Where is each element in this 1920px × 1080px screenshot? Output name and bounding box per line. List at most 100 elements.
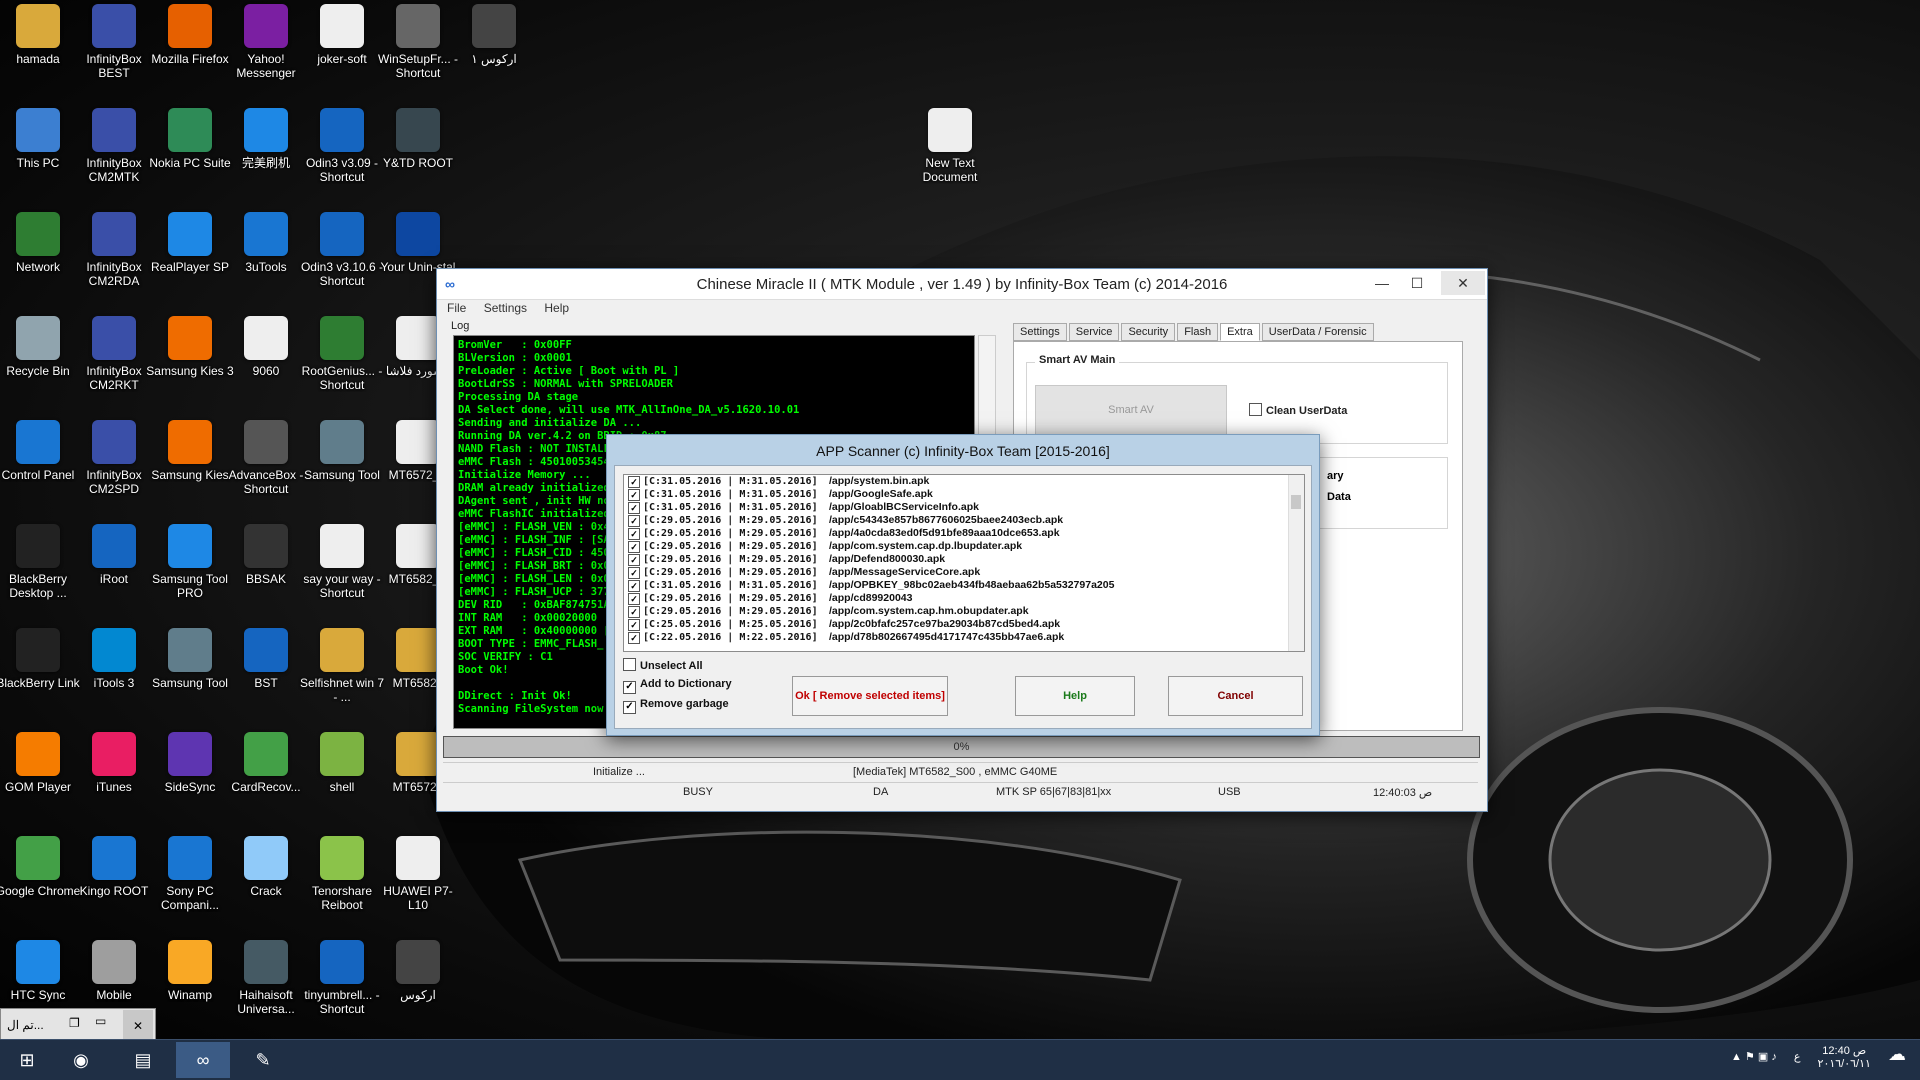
remove-garbage-checkbox[interactable]: ✓ Remove garbage bbox=[623, 698, 729, 714]
check-icon[interactable]: ✓ bbox=[628, 528, 640, 540]
list-item[interactable]: ✓ [C:29.05.2016 | M:29.05.2016] /app/cd899… bbox=[624, 592, 1304, 605]
desktop-icon[interactable]: Odin3 v3.09 - Shortcut bbox=[298, 104, 386, 184]
desktop-icon[interactable]: CardRecov... bbox=[222, 728, 310, 794]
desktop-icon[interactable]: Your Unin-stal bbox=[374, 208, 462, 274]
desktop-icon[interactable]: InfinityBox CM2RKT bbox=[70, 312, 158, 392]
chrome-icon[interactable]: ◉ bbox=[54, 1042, 108, 1078]
list-item[interactable]: ✓ [C:29.05.2016 | M:29.05.2016] /app/Defen… bbox=[624, 553, 1304, 566]
check-icon[interactable]: ✓ bbox=[628, 606, 640, 618]
close-button[interactable]: ✕ bbox=[1441, 271, 1485, 295]
list-scrollbar[interactable] bbox=[1288, 475, 1304, 651]
dialog-title[interactable]: APP Scanner (c) Infinity-Box Team [2015-… bbox=[607, 443, 1319, 459]
desktop-icon[interactable]: AdvanceBox - Shortcut bbox=[222, 416, 310, 496]
main-titlebar[interactable]: ∞ Chinese Miracle II ( MTK Module , ver … bbox=[437, 269, 1487, 300]
list-item[interactable]: ✓ [C:31.05.2016 | M:31.05.2016] /app/OPBKE… bbox=[624, 579, 1304, 592]
check-icon[interactable]: ✓ bbox=[628, 502, 640, 514]
check-icon[interactable]: ✓ bbox=[628, 476, 640, 488]
desktop-icon[interactable]: Crack bbox=[222, 832, 310, 898]
file-explorer-icon[interactable]: ▤ bbox=[116, 1042, 170, 1078]
desktop-icon[interactable]: Samsung Kies bbox=[146, 416, 234, 482]
kies-icon[interactable]: ✎ bbox=[236, 1042, 290, 1078]
desktop-icon[interactable]: 完美刷机 bbox=[222, 104, 310, 170]
tab-userdata-forensic[interactable]: UserData / Forensic bbox=[1261, 323, 1374, 341]
desktop-icon[interactable]: Samsung Tool PRO bbox=[146, 520, 234, 600]
desktop-icon[interactable]: BST bbox=[222, 624, 310, 690]
desktop-icon[interactable]: InfinityBox CM2RDA bbox=[70, 208, 158, 288]
desktop-icon[interactable]: Samsung Tool bbox=[298, 416, 386, 482]
desktop-icon[interactable]: Tenorshare Reiboot bbox=[298, 832, 386, 912]
desktop-icon[interactable]: Samsung Tool bbox=[146, 624, 234, 690]
tab-settings[interactable]: Settings bbox=[1013, 323, 1067, 341]
ok-remove-button[interactable]: Ok [ Remove selected items] bbox=[792, 676, 948, 716]
restore-icon[interactable]: ❐ bbox=[69, 1016, 80, 1030]
desktop-icon[interactable]: Sony PC Compani... bbox=[146, 832, 234, 912]
list-item[interactable]: ✓ [C:31.05.2016 | M:31.05.2016] /app/Gloab… bbox=[624, 501, 1304, 514]
desktop-icon[interactable]: ارکوس bbox=[374, 936, 462, 1002]
desktop-icon[interactable]: InfinityBox BEST bbox=[70, 0, 158, 80]
desktop-icon[interactable]: ارکوس ۱ bbox=[450, 0, 538, 66]
check-icon[interactable]: ✓ bbox=[628, 619, 640, 631]
list-item[interactable]: ✓ [C:29.05.2016 | M:29.05.2016] /app/Messa… bbox=[624, 566, 1304, 579]
desktop-icon[interactable]: 9060 bbox=[222, 312, 310, 378]
list-item[interactable]: ✓ [C:22.05.2016 | M:22.05.2016] /app/d78b8… bbox=[624, 631, 1304, 644]
list-item[interactable]: ✓ [C:29.05.2016 | M:29.05.2016] /app/com.s… bbox=[624, 540, 1304, 553]
check-icon[interactable]: ✓ bbox=[628, 632, 640, 644]
maximize-button[interactable]: ☐ bbox=[1402, 271, 1432, 295]
tray-icons[interactable]: ▲ ⚑ ▣ ♪ bbox=[1731, 1051, 1777, 1063]
desktop-icon[interactable]: Y&TD ROOT bbox=[374, 104, 462, 170]
windows-start-icon[interactable]: ⊞ bbox=[0, 1042, 54, 1078]
app-list[interactable]: ✓ [C:31.05.2016 | M:31.05.2016]/app/syste… bbox=[623, 474, 1305, 652]
desktop-icon[interactable]: 3uTools bbox=[222, 208, 310, 274]
check-icon[interactable]: ✓ bbox=[628, 567, 640, 579]
infinitybox-icon[interactable]: ∞ bbox=[176, 1042, 230, 1078]
close-icon[interactable]: ✕ bbox=[123, 1010, 153, 1042]
desktop-icon[interactable]: Selfishnet win 7 - ... bbox=[298, 624, 386, 704]
desktop-icon[interactable]: Mobile bbox=[70, 936, 158, 1002]
check-icon[interactable]: ✓ bbox=[628, 489, 640, 501]
scroll-thumb[interactable] bbox=[1291, 495, 1301, 509]
check-icon[interactable]: ✓ bbox=[628, 593, 640, 605]
desktop-icon[interactable]: Samsung Kies 3 bbox=[146, 312, 234, 378]
desktop-icon[interactable]: RealPlayer SP bbox=[146, 208, 234, 274]
list-item[interactable]: ✓ [C:31.05.2016 | M:31.05.2016] /app/Googl… bbox=[624, 488, 1304, 501]
minimize-button[interactable]: — bbox=[1367, 271, 1397, 295]
desktop-icon[interactable]: New Text Document bbox=[906, 104, 994, 184]
list-item[interactable]: ✓ [C:31.05.2016 | M:31.05.2016] /app/syste… bbox=[624, 475, 1304, 488]
desktop-icon[interactable]: say your way - Shortcut bbox=[298, 520, 386, 600]
list-item[interactable]: ✓ [C:29.05.2016 | M:29.05.2016] /app/com.s… bbox=[624, 605, 1304, 618]
desktop-icon[interactable]: InfinityBox CM2SPD bbox=[70, 416, 158, 496]
add-to-dictionary-checkbox[interactable]: ✓ Add to Dictionary bbox=[623, 678, 732, 694]
desktop-icon[interactable]: Haihaisoft Universa... bbox=[222, 936, 310, 1016]
clean-userdata-checkbox[interactable]: Clean UserData bbox=[1249, 403, 1347, 417]
desktop-icon[interactable]: shell bbox=[298, 728, 386, 794]
desktop-icon[interactable]: Nokia PC Suite bbox=[146, 104, 234, 170]
menu-settings[interactable]: Settings bbox=[484, 301, 527, 315]
clock[interactable]: 12:40 ص ٢٠١٦/٠٦/١١ bbox=[1818, 1044, 1871, 1070]
tab-service[interactable]: Service bbox=[1068, 323, 1120, 341]
desktop-icon[interactable]: iTunes bbox=[70, 728, 158, 794]
desktop-icon[interactable]: SideSync bbox=[146, 728, 234, 794]
desktop-icon[interactable]: Yahoo! Messenger bbox=[222, 0, 310, 80]
check-icon[interactable]: ✓ bbox=[628, 580, 640, 592]
menu-help[interactable]: Help bbox=[544, 301, 569, 315]
cancel-button[interactable]: Cancel bbox=[1168, 676, 1303, 716]
desktop-icon[interactable]: InfinityBox CM2MTK bbox=[70, 104, 158, 184]
check-icon[interactable]: ✓ bbox=[628, 554, 640, 566]
unselect-all-checkbox[interactable]: Unselect All bbox=[623, 658, 703, 672]
cloud-icon[interactable]: ☁ bbox=[1888, 1044, 1906, 1064]
check-icon[interactable]: ✓ bbox=[628, 515, 640, 527]
help-button[interactable]: Help bbox=[1015, 676, 1135, 716]
desktop-icon[interactable]: Kingo ROOT bbox=[70, 832, 158, 898]
desktop-icon[interactable]: WinSetupFr... - Shortcut bbox=[374, 0, 462, 80]
tab-flash[interactable]: Flash bbox=[1177, 323, 1219, 341]
tab-extra[interactable]: Extra bbox=[1220, 323, 1260, 341]
tab-security[interactable]: Security bbox=[1121, 323, 1176, 341]
desktop-icon[interactable]: BBSAK bbox=[222, 520, 310, 586]
desktop-icon[interactable]: HUAWEI P7-L10 bbox=[374, 832, 462, 912]
desktop-icon[interactable]: RootGenius... - Shortcut bbox=[298, 312, 386, 392]
desktop-icon[interactable]: tinyumbrell... - Shortcut bbox=[298, 936, 386, 1016]
list-item[interactable]: ✓ [C:25.05.2016 | M:25.05.2016] /app/2c0bf… bbox=[624, 618, 1304, 631]
desktop-icon[interactable]: Winamp bbox=[146, 936, 234, 1002]
desktop-icon[interactable]: iRoot bbox=[70, 520, 158, 586]
list-item[interactable]: ✓ [C:29.05.2016 | M:29.05.2016] /app/4a0cd… bbox=[624, 527, 1304, 540]
